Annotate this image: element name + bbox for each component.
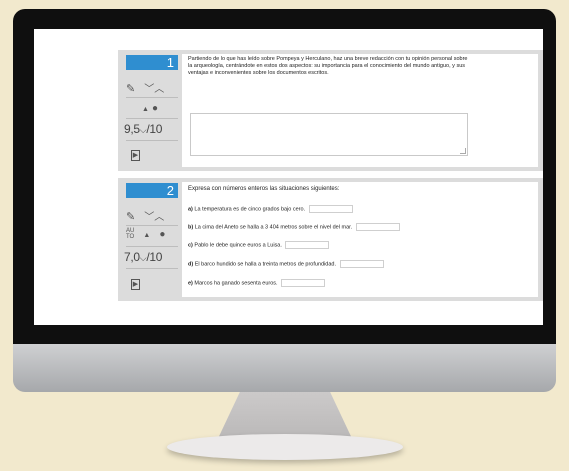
collapse-arrows-icon[interactable]: ﹀︿ — [144, 84, 164, 95]
list-item: b) La cima del Aneto se halla a 3 404 me… — [188, 223, 400, 231]
monitor-chin — [13, 344, 556, 392]
divider — [126, 268, 178, 269]
pencil-icon[interactable]: ✎ — [126, 211, 135, 223]
question-number-badge: 2 — [126, 183, 178, 198]
question-number-badge: 1 — [126, 55, 178, 70]
grade-max: /10 — [146, 250, 163, 264]
question-panel-1: 1 ✎ ﹀︿ ▲ ● 9,5⌵/10 ▶ Partiendo de lo que… — [118, 50, 543, 171]
answer-input[interactable] — [281, 279, 326, 287]
grade-selector[interactable]: 9,5⌵/10 — [124, 122, 162, 136]
question-content: Expresa con números enteros las situacio… — [182, 182, 538, 297]
monitor-stand-base — [167, 434, 403, 460]
auto-label[interactable]: AU TO — [126, 228, 134, 240]
answer-input[interactable] — [308, 205, 353, 213]
question-panel-2: 2 ✎ ﹀︿ AU TO ▲ ● 7,0⌵/10 ▶ Expresa con n… — [118, 178, 543, 301]
resize-handle-icon[interactable] — [460, 148, 466, 154]
question-sidebar: 1 ✎ ﹀︿ ▲ ● 9,5⌵/10 ▶ — [118, 50, 178, 171]
answer-input[interactable] — [355, 223, 400, 231]
grade-max: /10 — [146, 122, 163, 136]
divider — [126, 97, 178, 98]
item-text: Pablo le debe quince euros a Luisa. — [194, 242, 282, 249]
item-letter: e) — [188, 280, 193, 287]
list-item: c) Pablo le debe quince euros a Luisa. — [188, 241, 330, 249]
arrow-up-icon[interactable]: ▲ — [142, 106, 149, 113]
divider — [126, 246, 178, 247]
item-text: La cima del Aneto se halla a 3 404 metro… — [194, 224, 353, 231]
arrow-up-icon[interactable]: ▲ — [143, 232, 150, 239]
question-content: Partiendo de lo que has leído sobre Pomp… — [182, 54, 538, 167]
list-item: d) El barco hundido se halla a treinta m… — [188, 260, 384, 268]
question-prompt: Partiendo de lo que has leído sobre Pomp… — [188, 56, 468, 76]
grade-value: 7,0 — [124, 250, 140, 264]
grade-value: 9,5 — [124, 122, 140, 136]
document-icon[interactable]: ▶ — [131, 279, 140, 290]
status-circle-icon[interactable]: ● — [159, 229, 165, 240]
item-text: El barco hundido se halla a treinta metr… — [194, 261, 336, 268]
status-circle-icon[interactable]: ● — [152, 103, 158, 114]
edit-toolbar: ✎ ﹀︿ — [126, 208, 178, 223]
divider — [126, 140, 178, 141]
question-sidebar: 2 ✎ ﹀︿ AU TO ▲ ● 7,0⌵/10 ▶ — [118, 178, 178, 301]
document-icon[interactable]: ▶ — [131, 150, 140, 161]
auto-label-bottom: TO — [126, 234, 135, 241]
list-item: a) La temperatura es de cinco grados baj… — [188, 205, 353, 213]
item-text: Marcos ha ganado sesenta euros. — [194, 280, 278, 287]
auto-toggle: AU TO ▲ ● — [126, 228, 178, 242]
item-letter: c) — [188, 242, 193, 249]
collapse-arrows-icon[interactable]: ﹀︿ — [144, 212, 164, 223]
answer-textarea[interactable] — [190, 113, 468, 156]
pencil-icon[interactable]: ✎ — [126, 83, 135, 95]
question-prompt: Expresa con números enteros las situacio… — [188, 186, 340, 192]
answer-input[interactable] — [285, 241, 330, 249]
divider — [126, 118, 178, 119]
item-letter: a) — [188, 206, 193, 213]
item-letter: d) — [188, 261, 194, 268]
divider — [126, 225, 178, 226]
list-item: e) Marcos ha ganado sesenta euros. — [188, 279, 326, 287]
grade-selector[interactable]: 7,0⌵/10 — [124, 250, 162, 264]
monitor-screen: 1 ✎ ﹀︿ ▲ ● 9,5⌵/10 ▶ Partiendo de lo que… — [34, 29, 543, 325]
answer-input[interactable] — [339, 260, 384, 268]
item-letter: b) — [188, 224, 194, 231]
edit-toolbar: ✎ ﹀︿ — [126, 80, 178, 95]
item-text: La temperatura es de cinco grados bajo c… — [194, 206, 306, 213]
